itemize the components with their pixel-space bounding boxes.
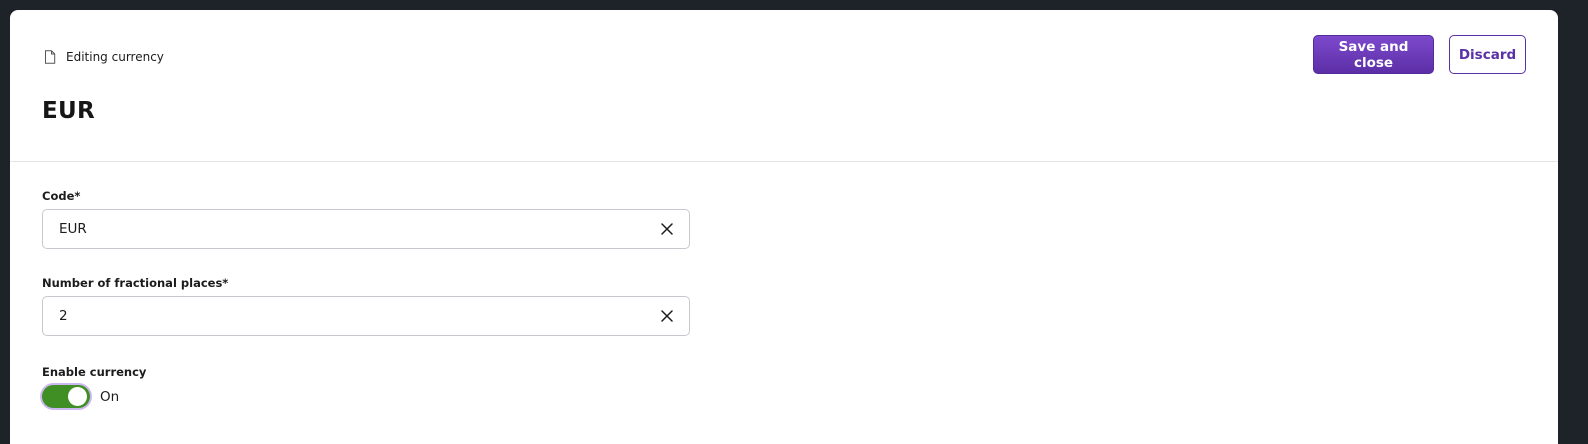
toggle-state-label: On: [100, 388, 120, 405]
code-label: Code*: [42, 189, 81, 203]
close-icon: [661, 220, 673, 239]
breadcrumb-label: Editing currency: [66, 50, 164, 64]
document-icon: [44, 50, 56, 64]
fractional-places-input[interactable]: [43, 297, 647, 335]
clear-fractional-places-button[interactable]: [647, 297, 687, 335]
edit-currency-panel: Editing currency EUR Save and close Disc…: [10, 10, 1558, 444]
breadcrumb: Editing currency: [44, 50, 164, 64]
code-field: [42, 209, 690, 249]
close-icon: [661, 307, 673, 326]
header-divider: [10, 161, 1558, 162]
enable-currency-label: Enable currency: [42, 365, 147, 379]
clear-code-button[interactable]: [647, 210, 687, 248]
toggle-track: [42, 385, 90, 408]
page-title: EUR: [42, 98, 95, 124]
save-and-close-button[interactable]: Save and close: [1313, 35, 1434, 74]
enable-currency-toggle[interactable]: [40, 383, 92, 410]
enable-currency-row: On: [40, 383, 119, 410]
discard-button[interactable]: Discard: [1449, 35, 1526, 74]
fractional-places-label: Number of fractional places*: [42, 276, 229, 290]
toggle-knob: [68, 387, 87, 406]
fractional-places-field: [42, 296, 690, 336]
action-bar: Save and close Discard: [1313, 35, 1526, 74]
code-input[interactable]: [43, 210, 647, 248]
